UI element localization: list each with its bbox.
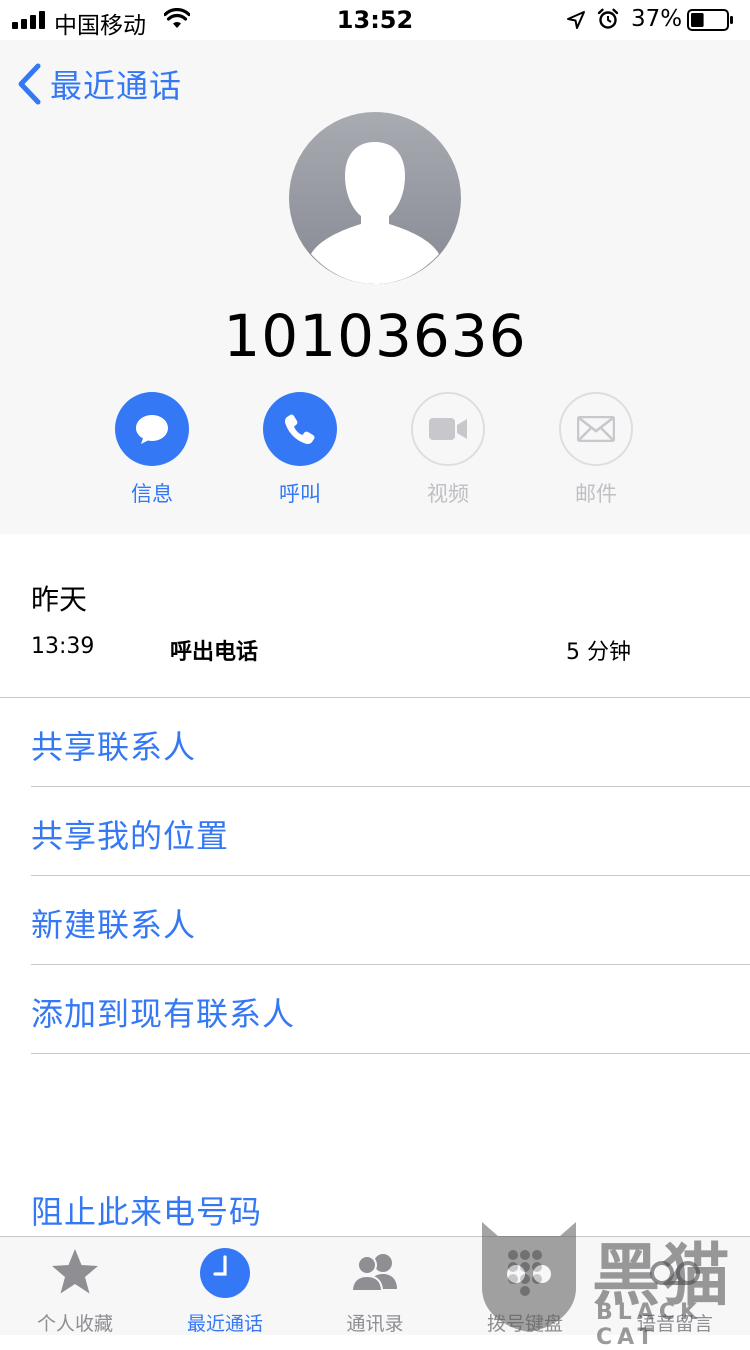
tab-label: 通讯录 — [346, 1313, 404, 1335]
divider — [31, 875, 750, 876]
video-icon — [429, 418, 467, 440]
tab-favorites[interactable]: 个人收藏 — [0, 1237, 150, 1335]
tab-label: 个人收藏 — [36, 1313, 113, 1335]
tab-keypad[interactable]: 拨号键盘 — [450, 1237, 600, 1335]
star-icon — [52, 1249, 98, 1294]
block-caller-link[interactable]: 阻止此来电号码 — [31, 1187, 262, 1233]
back-label: 最近通话 — [50, 67, 183, 105]
video-button[interactable] — [411, 392, 485, 466]
clock-icon — [200, 1248, 250, 1298]
tab-voicemail[interactable]: 语音留言 — [600, 1237, 750, 1335]
person-silhouette-icon — [311, 142, 439, 284]
contacts-icon — [350, 1254, 397, 1292]
tab-bar: 个人收藏 最近通话 通讯录 拨号键盘 语音留言 — [0, 1236, 750, 1335]
video-label: 视频 — [427, 482, 469, 506]
call-time: 13:39 — [31, 634, 95, 659]
voicemail-icon — [650, 1261, 700, 1285]
message-label: 信息 — [131, 482, 173, 506]
divider — [0, 697, 750, 698]
keypad-icon — [508, 1250, 542, 1296]
mail-icon — [577, 416, 615, 442]
call-label: 呼叫 — [279, 482, 321, 506]
call-duration: 5 分钟 — [566, 640, 631, 665]
mail-action[interactable]: 邮件 — [531, 392, 661, 508]
message-action[interactable]: 信息 — [87, 392, 217, 508]
divider — [31, 964, 750, 965]
divider — [31, 786, 750, 787]
tab-label: 拨号键盘 — [486, 1313, 563, 1335]
call-day: 昨天 — [31, 583, 88, 616]
status-bar: 中国移动 13:52 37% — [0, 0, 750, 40]
message-icon — [136, 415, 168, 444]
avatar — [289, 112, 461, 284]
phone-number: 10103636 — [223, 302, 527, 370]
add-to-existing-contact-link[interactable]: 添加到现有联系人 — [31, 989, 295, 1035]
battery-percent: 37% — [631, 6, 683, 32]
share-contact-link[interactable]: 共享联系人 — [31, 722, 196, 768]
video-action[interactable]: 视频 — [383, 392, 513, 508]
call-button[interactable] — [263, 392, 337, 466]
location-arrow-icon — [567, 11, 585, 29]
mail-button[interactable] — [559, 392, 633, 466]
call-action[interactable]: 呼叫 — [235, 392, 365, 508]
tab-recents[interactable]: 最近通话 — [150, 1237, 300, 1335]
alarm-icon — [597, 8, 619, 29]
divider — [31, 1053, 750, 1054]
share-location-link[interactable]: 共享我的位置 — [31, 811, 229, 857]
call-type: 呼出电话 — [170, 640, 259, 665]
chevron-left-icon — [18, 63, 41, 105]
contact-header: 最近通话 10103636 信息 呼叫 视频 邮件 — [0, 40, 750, 534]
battery-icon — [687, 9, 733, 31]
mail-label: 邮件 — [575, 482, 617, 506]
message-button[interactable] — [115, 392, 189, 466]
tab-label: 最近通话 — [186, 1313, 263, 1335]
phone-icon — [285, 414, 315, 444]
tab-label: 语音留言 — [636, 1313, 713, 1335]
back-button[interactable]: 最近通话 — [16, 62, 182, 106]
new-contact-link[interactable]: 新建联系人 — [31, 900, 196, 946]
tab-contacts[interactable]: 通讯录 — [300, 1237, 450, 1335]
